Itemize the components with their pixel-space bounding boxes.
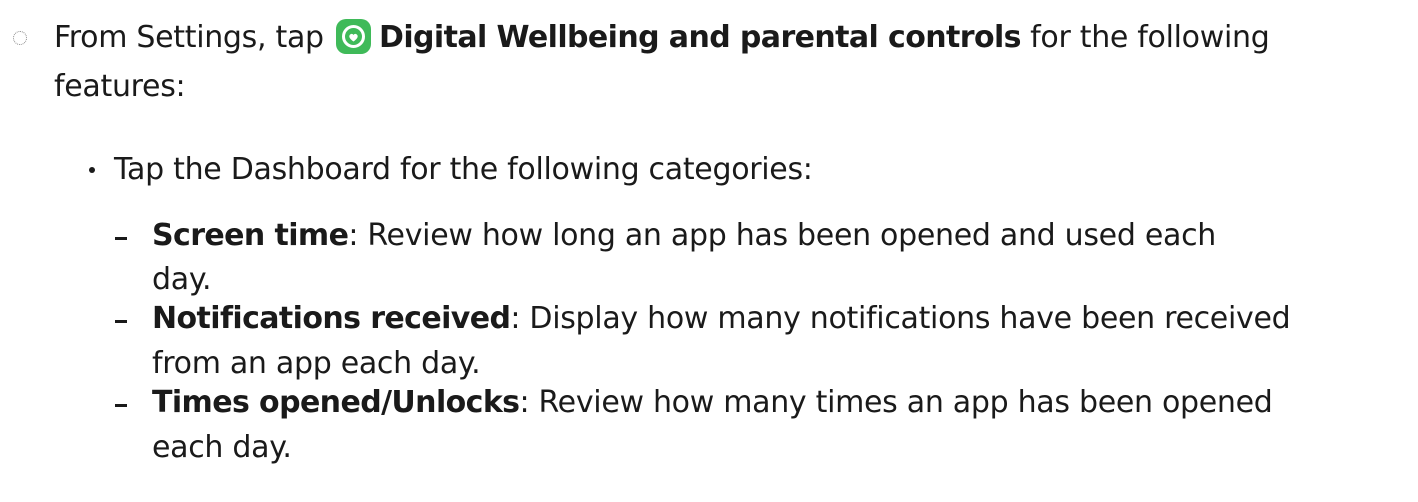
digital-wellbeing-icon xyxy=(336,19,372,54)
step-line-2: features: xyxy=(54,69,186,104)
item-description: : Display how many notifications have be… xyxy=(510,301,1291,336)
item-line-2: day. xyxy=(152,262,212,297)
item-description: : Review how long an app has been opened… xyxy=(348,218,1216,253)
item-line-1: Notifications received: Display how many… xyxy=(152,301,1291,337)
step-intro-text: From Settings, tap xyxy=(54,20,324,55)
item-term: Screen time xyxy=(152,218,349,253)
item-description: : Review how many times an app has been … xyxy=(519,385,1273,420)
step-bullet-icon xyxy=(13,31,27,45)
item-term: Notifications received xyxy=(152,301,511,336)
item-line-1: Screen time: Review how long an app has … xyxy=(152,218,1216,254)
step-suffix-text: for the following xyxy=(1030,20,1270,55)
dash-icon xyxy=(115,320,127,323)
item-line-2: from an app each day. xyxy=(152,346,481,381)
bullet-text: Tap the Dashboard for the following cate… xyxy=(114,152,813,187)
item-term: Times opened/Unlocks xyxy=(152,385,520,420)
item-line-2: each day. xyxy=(152,430,292,465)
item-line-1: Times opened/Unlocks: Review how many ti… xyxy=(152,385,1273,421)
dash-icon xyxy=(115,237,127,240)
bullet-dot-icon xyxy=(89,167,95,173)
step-line-1: From Settings, tap Digital Wellbeing and… xyxy=(54,19,1270,56)
dash-icon xyxy=(115,404,127,407)
app-name: Digital Wellbeing and parental controls xyxy=(379,20,1021,55)
